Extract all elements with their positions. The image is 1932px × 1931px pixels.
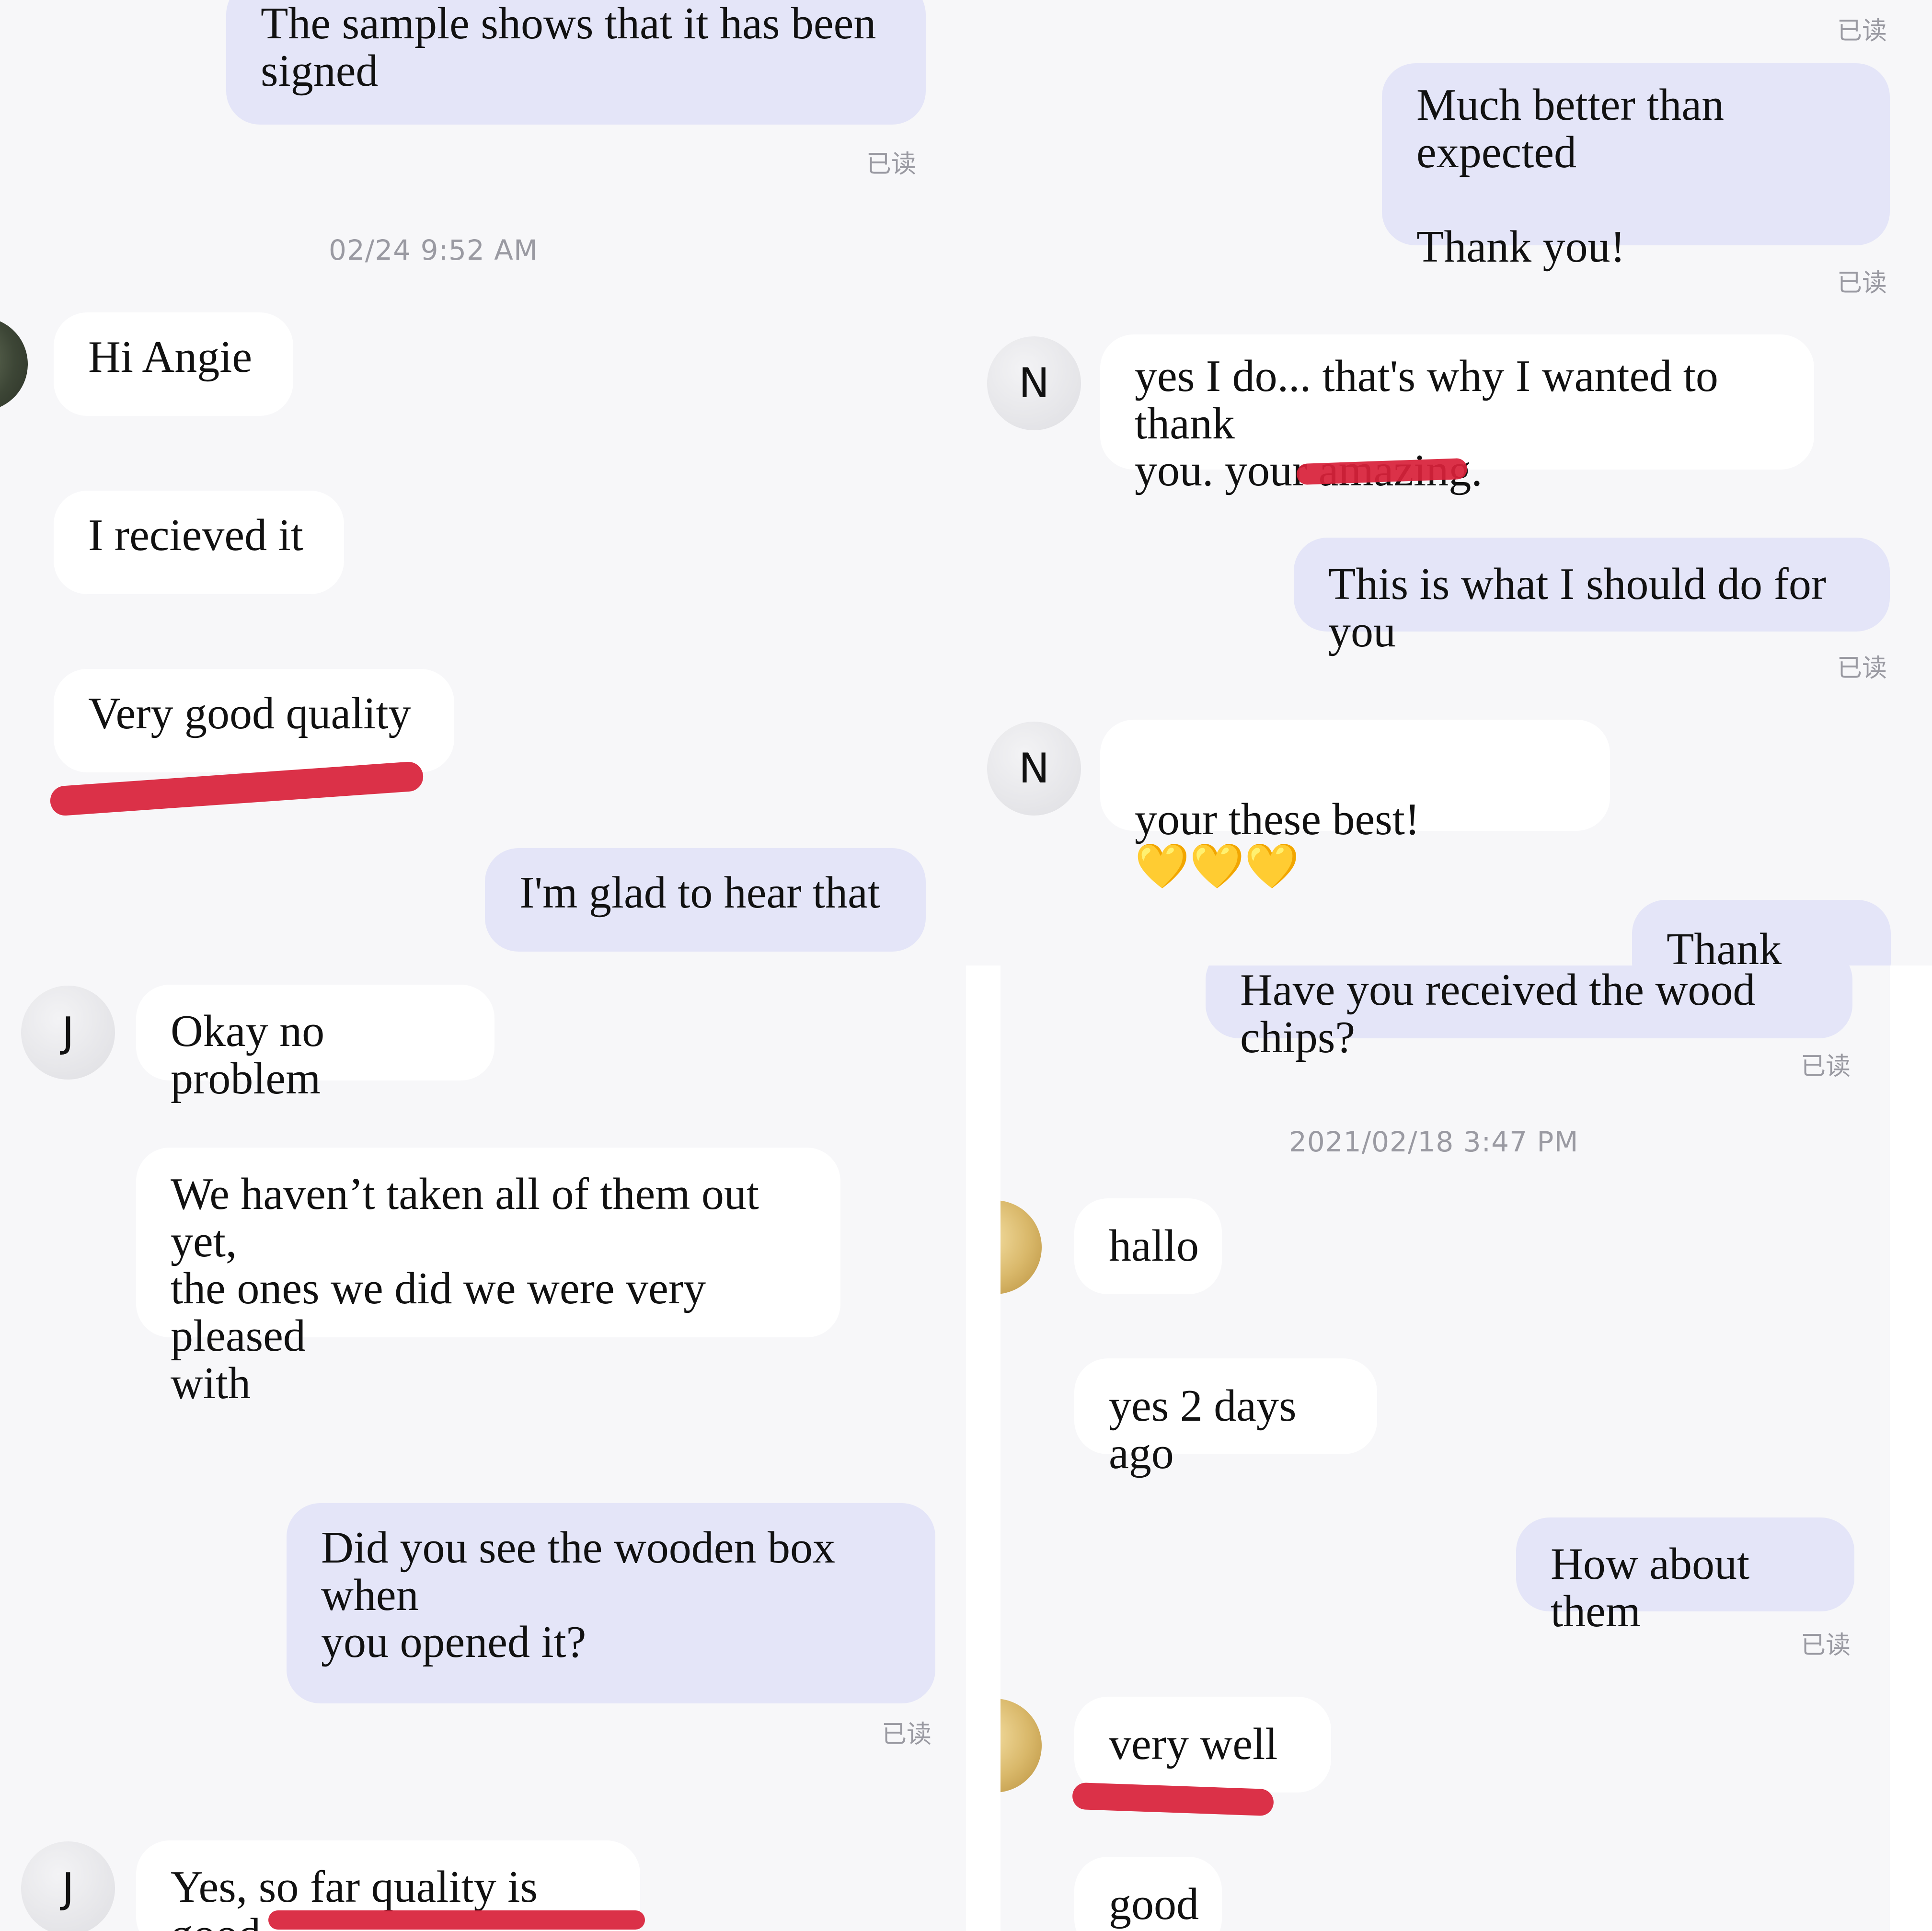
- message-bubble[interactable]: The sample shows that it has been signed: [226, 0, 926, 125]
- top-left-panel: The sample shows that it has been signed…: [0, 0, 966, 966]
- message-text: your these best!: [1135, 794, 1420, 844]
- message-bubble[interactable]: very well: [1074, 1697, 1331, 1793]
- message-bubble[interactable]: good: [1074, 1857, 1222, 1931]
- message-bubble[interactable]: yes 2 days ago: [1074, 1358, 1377, 1477]
- contact-avatar[interactable]: N: [987, 336, 1081, 430]
- message-bubble[interactable]: yes I do... that's why I wanted to thank…: [1100, 334, 1814, 494]
- message-bubble[interactable]: Much better than expected Thank you!: [1382, 63, 1890, 270]
- right-margin: [1890, 966, 1932, 1931]
- message-bubble[interactable]: How about them: [1516, 1517, 1854, 1635]
- message-bubble[interactable]: Have you received the wood chips?: [1206, 966, 1852, 1061]
- timestamp: 02/24 9:52 AM: [329, 234, 538, 266]
- message-bubble[interactable]: Okay no problem: [136, 985, 494, 1102]
- message-bubble[interactable]: This is what I should do for you: [1294, 538, 1890, 655]
- read-label: 已读: [1837, 269, 1887, 298]
- bottom-right-panel: Have you received the wood chips? 已读 202…: [1000, 966, 1890, 1931]
- contact-avatar[interactable]: J: [21, 1841, 115, 1931]
- read-label: 已读: [1837, 17, 1887, 46]
- contact-avatar[interactable]: N: [987, 722, 1081, 816]
- yellow-heart-icons: 💛💛💛: [1135, 840, 1300, 892]
- message-bubble[interactable]: We haven’t taken all of them out yet, th…: [136, 1148, 840, 1407]
- top-right-panel: 已读 Much better than expected Thank you! …: [966, 0, 1932, 966]
- read-label: 已读: [1801, 1631, 1851, 1660]
- message-bubble[interactable]: Very good quality: [54, 669, 454, 772]
- message-bubble[interactable]: Thank you!: [1632, 900, 1891, 966]
- read-label: 已读: [1837, 654, 1887, 683]
- message-bubble[interactable]: Hi Angie: [54, 312, 293, 416]
- message-bubble[interactable]: hallo: [1074, 1198, 1222, 1294]
- highlight-mark: [268, 1910, 645, 1930]
- contact-avatar[interactable]: J: [21, 986, 115, 1080]
- read-label: 已读: [1801, 1052, 1851, 1081]
- timestamp: 2021/02/18 3:47 PM: [1289, 1126, 1579, 1158]
- panel-divider: [966, 966, 1000, 1931]
- bottom-left-panel: J Okay no problem We haven’t taken all o…: [0, 966, 966, 1931]
- read-label: 已读: [882, 1720, 932, 1749]
- read-label: 已读: [866, 150, 917, 179]
- contact-avatar[interactable]: [1000, 1699, 1042, 1793]
- contact-avatar[interactable]: [1000, 1200, 1042, 1294]
- message-bubble[interactable]: Did you see the wooden box when you open…: [287, 1503, 935, 1703]
- message-bubble[interactable]: your these best! 💛💛💛: [1100, 720, 1610, 889]
- contact-avatar[interactable]: [0, 317, 28, 411]
- message-bubble[interactable]: I recieved it: [54, 491, 344, 594]
- message-bubble[interactable]: I'm glad to hear that: [485, 848, 926, 952]
